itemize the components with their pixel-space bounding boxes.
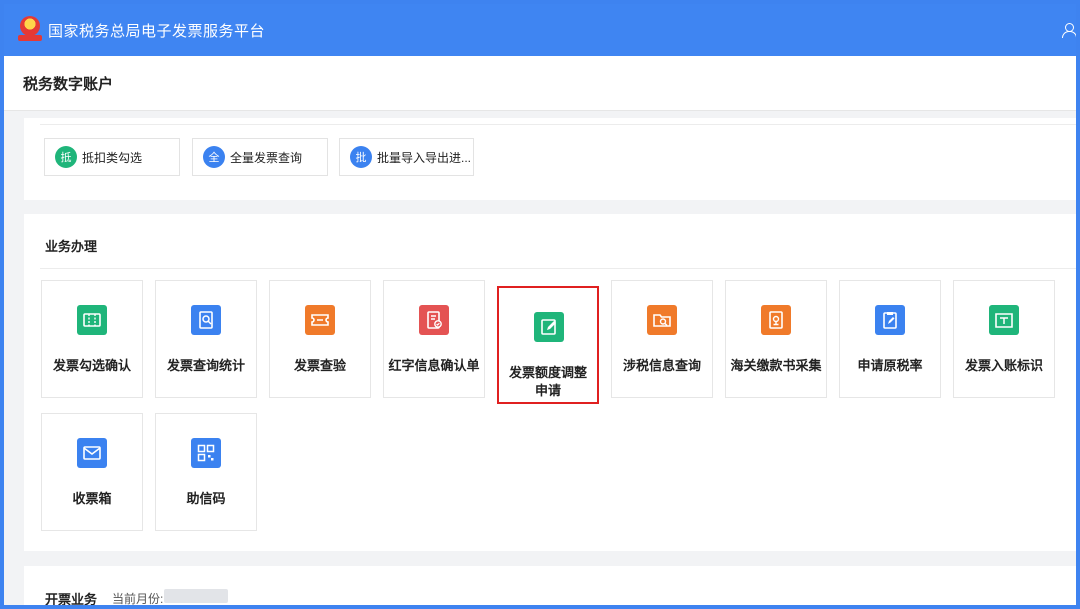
section-heading: 开票业务: [45, 592, 98, 605]
tile-customs-payment-collect[interactable]: 海关缴款书采集: [725, 280, 827, 398]
document-edit-icon: [534, 312, 564, 342]
shortcut-badge: 批: [350, 146, 372, 168]
folder-search-icon: [647, 305, 677, 335]
current-month-value: [164, 589, 228, 603]
tile-label: 发票查询统计: [166, 358, 245, 373]
tile-label: 发票查验: [293, 358, 346, 373]
tile-label: 发票额度调整申请: [508, 365, 587, 398]
tile-label: 红字信息确认单: [388, 358, 480, 373]
shortcut-badge: 抵: [55, 146, 77, 168]
shortcut-panel: 抵 抵扣类勾选 全 全量发票查询 批 批量导入导出进...: [24, 118, 1076, 200]
account-label: 税务数字账户: [23, 76, 114, 93]
shortcut-deduction-select[interactable]: 抵 抵扣类勾选: [44, 138, 180, 176]
tile-invoice-select-confirm[interactable]: 发票勾选确认: [41, 280, 143, 398]
tile-apply-original-rate[interactable]: 申请原税率: [839, 280, 941, 398]
tile-label: 发票入账标识: [964, 358, 1043, 373]
document-check-icon: [419, 305, 449, 335]
mail-icon: [77, 438, 107, 468]
tile-invoice-verify[interactable]: 发票查验: [269, 280, 371, 398]
qr-code-icon: [191, 438, 221, 468]
section-heading: 业务办理: [45, 239, 98, 254]
business-panel: 业务办理 发票勾选确认 发票查询统计 发票查验 红字信息确认单 发票额度调整申请…: [24, 214, 1076, 551]
divider: [40, 268, 1076, 269]
clipboard-edit-icon: [875, 305, 905, 335]
account-bar: 税务数字账户: [4, 56, 1076, 111]
tray-icon: [989, 305, 1019, 335]
tile-label: 涉税信息查询: [622, 358, 701, 373]
tile-invoice-quota-adjust[interactable]: 发票额度调整申请: [497, 286, 599, 404]
shortcut-badge: 全: [203, 146, 225, 168]
ticket-check-icon: [77, 305, 107, 335]
tile-red-letter-confirm[interactable]: 红字信息确认单: [383, 280, 485, 398]
ticket-icon: [305, 305, 335, 335]
document-stamp-icon: [761, 305, 791, 335]
tile-label: 申请原税率: [857, 358, 923, 373]
top-bar: 国家税务总局电子发票服务平台: [4, 4, 1076, 56]
tax-emblem-icon: [18, 16, 42, 44]
tile-invoice-query-stats[interactable]: 发票查询统计: [155, 280, 257, 398]
divider: [40, 124, 1076, 125]
tile-label: 收票箱: [72, 491, 112, 506]
shortcut-label: 抵扣类勾选: [82, 150, 143, 165]
tile-label: 助信码: [186, 491, 226, 506]
user-icon[interactable]: [1062, 22, 1076, 38]
shortcut-label: 批量导入导出进...: [377, 150, 472, 165]
tile-credit-code[interactable]: 助信码: [155, 413, 257, 531]
document-search-icon: [191, 305, 221, 335]
current-month-label: 当前月份:: [112, 592, 164, 605]
app-window: 国家税务总局电子发票服务平台 税务数字账户 抵 抵扣类勾选 全 全量发票查询 批…: [4, 4, 1076, 605]
shortcut-batch-import-export[interactable]: 批 批量导入导出进...: [339, 138, 474, 176]
tile-label: 海关缴款书采集: [730, 358, 822, 373]
tile-invoice-mailbox[interactable]: 收票箱: [41, 413, 143, 531]
issuing-panel: 开票业务 当前月份:: [24, 566, 1076, 605]
tile-label: 发票勾选确认: [52, 358, 131, 373]
shortcut-full-invoice-query[interactable]: 全 全量发票查询: [192, 138, 328, 176]
tile-tax-info-query[interactable]: 涉税信息查询: [611, 280, 713, 398]
tile-invoice-entry-mark[interactable]: 发票入账标识: [953, 280, 1055, 398]
app-title: 国家税务总局电子发票服务平台: [48, 22, 266, 40]
shortcut-label: 全量发票查询: [230, 150, 303, 165]
